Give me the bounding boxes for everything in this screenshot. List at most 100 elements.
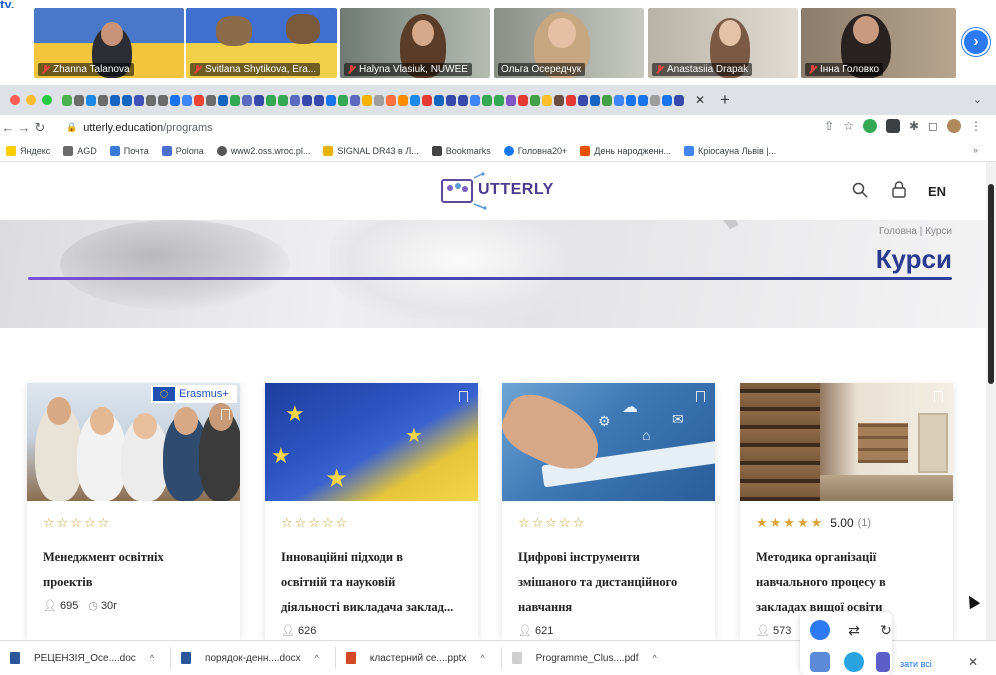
tab-favicon-icon[interactable] bbox=[230, 94, 240, 106]
tab-favicon-icon[interactable] bbox=[158, 94, 168, 106]
new-tab-icon[interactable]: + bbox=[720, 90, 730, 110]
bookmark-item[interactable]: Bookmarks bbox=[431, 145, 491, 156]
tab-favicon-icon[interactable] bbox=[206, 94, 216, 106]
participant-tile[interactable]: Halyna Vlasiuk, NUWEE bbox=[340, 8, 490, 78]
finder-app-icon[interactable] bbox=[810, 652, 830, 672]
tab-favicon-icon[interactable] bbox=[314, 94, 324, 106]
extension-icon[interactable] bbox=[862, 119, 877, 133]
tab-favicon-icon[interactable] bbox=[146, 94, 156, 106]
bookmark-icon[interactable] bbox=[696, 391, 705, 402]
tab-favicon-icon[interactable] bbox=[170, 94, 180, 106]
tab-favicon-icon[interactable] bbox=[74, 94, 84, 106]
course-card[interactable]: Erasmus+ ☆☆☆☆☆ Менеджмент освітніх проек… bbox=[27, 383, 240, 640]
tab-favicon-icon[interactable] bbox=[410, 94, 420, 106]
telegram-app-icon[interactable] bbox=[844, 652, 864, 672]
next-participants-button[interactable]: › bbox=[962, 28, 990, 56]
course-image[interactable]: ☁ ✉ ⚙ ⌂ bbox=[502, 383, 715, 501]
chevron-up-icon[interactable]: ^ bbox=[480, 653, 484, 663]
download-item[interactable]: РЕЦЕНЗІЯ_Осе....doc ^ bbox=[10, 652, 154, 664]
browser-menu-icon[interactable]: ⋮ bbox=[970, 119, 982, 133]
minimize-window-icon[interactable] bbox=[26, 95, 36, 105]
extension-icon[interactable] bbox=[885, 119, 900, 133]
bookmark-item[interactable]: Кріосауна Львів |... bbox=[684, 145, 776, 156]
tab-favicon-icon[interactable] bbox=[386, 94, 396, 106]
tab-favicon-icon[interactable] bbox=[626, 94, 636, 106]
profile-avatar[interactable] bbox=[947, 119, 961, 133]
bookmark-item[interactable]: www2.oss.wroc.pl... bbox=[216, 145, 310, 156]
course-card[interactable]: ★★★★★ 5.00 (1) Методика організації навчал… bbox=[740, 383, 953, 640]
tab-favicon-icon[interactable] bbox=[110, 94, 120, 106]
tab-favicon-icon[interactable] bbox=[374, 94, 384, 106]
participant-tile[interactable]: Інна Головко bbox=[801, 8, 956, 78]
bookmark-item[interactable]: Яндекс bbox=[6, 145, 50, 156]
back-arrow-icon[interactable]: ← bbox=[0, 120, 16, 135]
tab-favicon-icon[interactable] bbox=[518, 94, 528, 106]
sliders-icon[interactable]: ⇄ bbox=[844, 620, 864, 640]
participant-tile[interactable]: Svitlana Shytikova, Era... bbox=[186, 8, 337, 78]
tab-favicon-icon[interactable] bbox=[350, 94, 360, 106]
tab-favicon-icon[interactable] bbox=[614, 94, 624, 106]
course-card[interactable]: ★ ★ ★ ★ ☆☆☆☆☆ Інноваційні підходи в осві… bbox=[265, 383, 478, 640]
tab-favicon-icon[interactable] bbox=[434, 94, 444, 106]
scrollbar-thumb[interactable] bbox=[988, 184, 994, 384]
tab-favicon-icon[interactable] bbox=[458, 94, 468, 106]
bookmark-star-icon[interactable]: ☆ bbox=[843, 119, 854, 133]
lock-icon[interactable] bbox=[892, 181, 906, 198]
download-item[interactable]: Programme_Clus....pdf ^ bbox=[511, 652, 657, 664]
close-window-icon[interactable] bbox=[10, 95, 20, 105]
breadcrumb[interactable]: Головна | Курси bbox=[879, 226, 952, 237]
tab-favicon-icon[interactable] bbox=[86, 94, 96, 106]
bookmark-item[interactable]: Polona bbox=[161, 145, 204, 156]
tab-favicon-icon[interactable] bbox=[674, 94, 684, 106]
tab-favicon-icon[interactable] bbox=[662, 94, 672, 106]
tab-favicon-icon[interactable] bbox=[398, 94, 408, 106]
participant-tile[interactable]: Anastasiia Drapak bbox=[648, 8, 798, 78]
tab-favicon-icon[interactable] bbox=[266, 94, 276, 106]
participant-tile[interactable]: Ольга Осередчук bbox=[494, 8, 644, 78]
share-icon[interactable]: ⇧ bbox=[824, 119, 834, 133]
tab-favicon-icon[interactable] bbox=[194, 94, 204, 106]
lock-icon[interactable]: 🔒 bbox=[66, 122, 77, 133]
course-card[interactable]: ☁ ✉ ⚙ ⌂ ☆☆☆☆☆ Цифрові інструменти змішан… bbox=[502, 383, 715, 640]
tab-favicon-icon[interactable] bbox=[122, 94, 132, 106]
download-item[interactable]: кластерний се....pptx ^ bbox=[345, 652, 485, 664]
language-switch[interactable]: EN bbox=[928, 184, 946, 199]
tab-favicon-icon[interactable] bbox=[506, 94, 516, 106]
forward-arrow-icon[interactable]: → bbox=[16, 120, 32, 135]
tab-favicon-icon[interactable] bbox=[566, 94, 576, 106]
show-all-downloads-link[interactable]: зати всі bbox=[900, 659, 932, 669]
tab-favicon-icon[interactable] bbox=[326, 94, 336, 106]
tab-favicon-icon[interactable] bbox=[530, 94, 540, 106]
sidebar-icon[interactable]: ◻ bbox=[928, 119, 938, 133]
close-tab-icon[interactable]: ✕ bbox=[692, 93, 708, 107]
zoom-window-icon[interactable] bbox=[42, 95, 52, 105]
chevron-up-icon[interactable]: ^ bbox=[150, 653, 154, 663]
course-title[interactable]: Інноваційні підходи в освітній та науков… bbox=[281, 545, 471, 620]
search-icon[interactable] bbox=[852, 182, 868, 198]
tab-favicon-icon[interactable] bbox=[602, 94, 612, 106]
tab-favicon-icon[interactable] bbox=[338, 94, 348, 106]
tab-favicon-icon[interactable] bbox=[290, 94, 300, 106]
page-scrollbar[interactable] bbox=[986, 162, 996, 640]
tab-favicon-icon[interactable] bbox=[542, 94, 552, 106]
tab-favicon-icon[interactable] bbox=[638, 94, 648, 106]
chevron-up-icon[interactable]: ^ bbox=[315, 653, 319, 663]
tab-favicon-icon[interactable] bbox=[362, 94, 372, 106]
more-bookmarks-button[interactable]: » bbox=[973, 145, 978, 155]
bookmark-item[interactable]: Головна20+ bbox=[503, 145, 567, 156]
tab-favicon-icon[interactable] bbox=[302, 94, 312, 106]
course-image[interactable]: ★ ★ ★ ★ bbox=[265, 383, 478, 501]
tab-favicon-icon[interactable] bbox=[494, 94, 504, 106]
tab-favicon-icon[interactable] bbox=[242, 94, 252, 106]
course-title[interactable]: Менеджмент освітніх проектів bbox=[43, 545, 233, 595]
teams-app-icon[interactable] bbox=[876, 652, 890, 672]
participant-tile[interactable]: Zhanna Talanova bbox=[34, 8, 184, 78]
tab-favicon-icon[interactable] bbox=[278, 94, 288, 106]
bookmark-item[interactable]: SIGNAL DR43 в Л... bbox=[323, 145, 419, 156]
tab-favicon-icon[interactable] bbox=[650, 94, 660, 106]
bookmark-icon[interactable] bbox=[459, 391, 468, 402]
bookmark-icon[interactable] bbox=[934, 391, 943, 402]
bookmark-item[interactable]: Почта bbox=[109, 145, 149, 156]
tab-favicon-icon[interactable] bbox=[578, 94, 588, 106]
course-title[interactable]: Методика організації навчального процесу… bbox=[756, 545, 946, 620]
